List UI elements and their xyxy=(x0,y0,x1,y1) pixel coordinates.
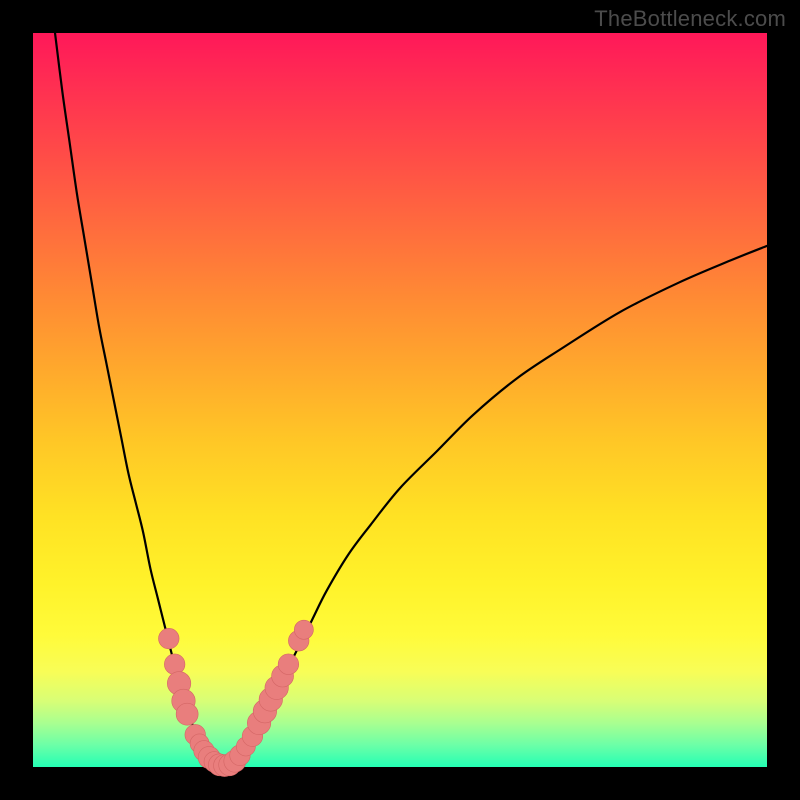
curve-marker xyxy=(294,620,313,639)
plot-area xyxy=(33,33,767,767)
curve-svg xyxy=(33,33,767,767)
curve-marker xyxy=(176,703,198,725)
bottleneck-curve xyxy=(55,33,767,766)
watermark-label: TheBottleneck.com xyxy=(594,6,786,32)
curve-marker xyxy=(164,654,185,675)
curve-marker xyxy=(159,628,180,649)
curve-markers xyxy=(159,620,314,776)
curve-marker xyxy=(278,654,299,675)
chart-frame: TheBottleneck.com xyxy=(0,0,800,800)
